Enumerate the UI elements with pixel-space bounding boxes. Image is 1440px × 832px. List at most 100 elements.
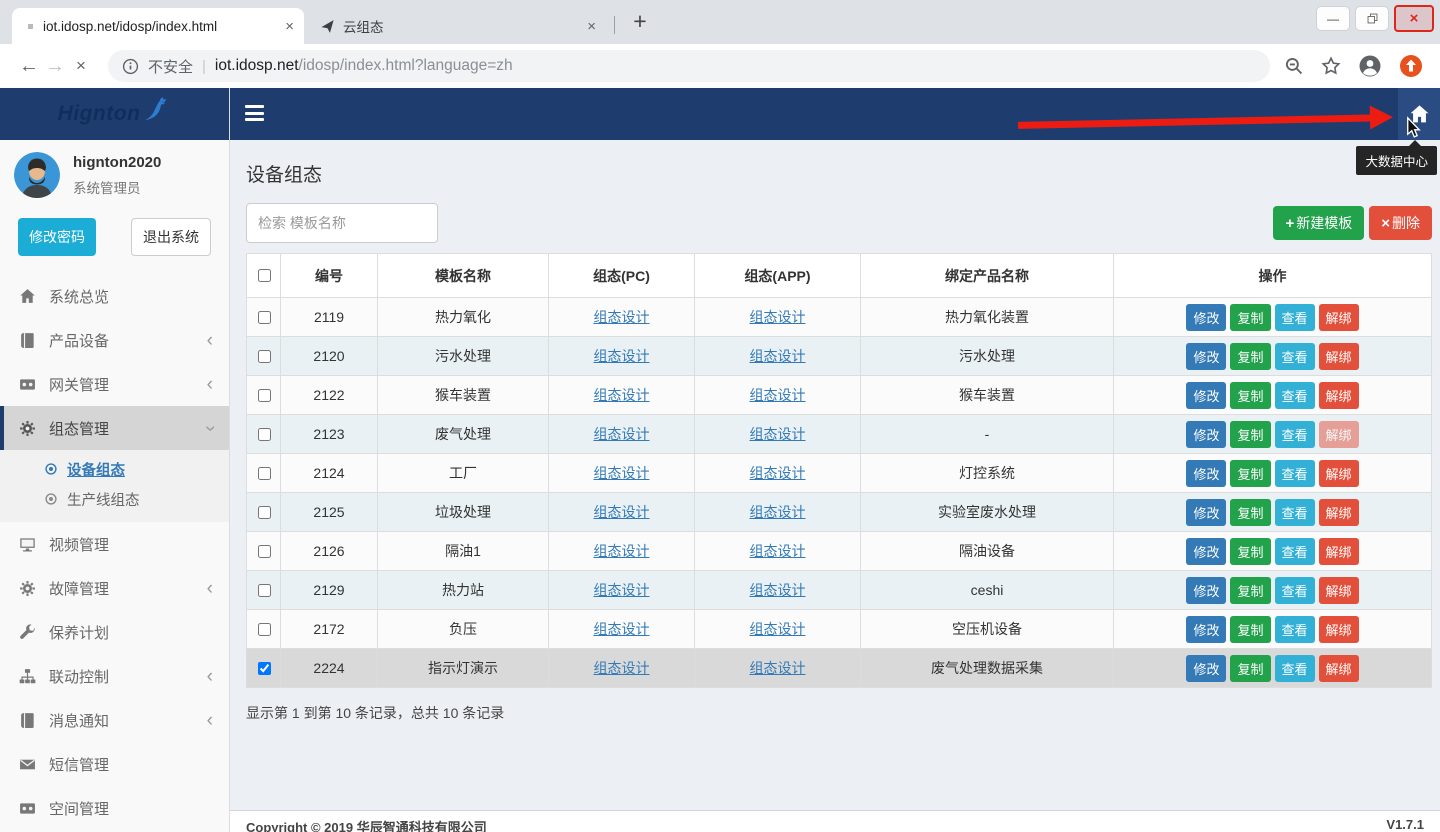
app-config-link[interactable]: 组态设计 — [750, 660, 806, 676]
row-checkbox[interactable] — [258, 467, 271, 480]
browser-tab-cloud-config[interactable]: 云组态 × — [306, 8, 606, 44]
row-checkbox[interactable] — [258, 506, 271, 519]
pc-config-link[interactable]: 组态设计 — [594, 426, 650, 442]
new-template-button[interactable]: +新建模板 — [1273, 206, 1364, 240]
view-button[interactable]: 查看 — [1275, 499, 1315, 526]
view-button[interactable]: 查看 — [1275, 616, 1315, 643]
app-config-link[interactable]: 组态设计 — [750, 621, 806, 637]
edit-button[interactable]: 修改 — [1186, 304, 1226, 331]
edit-button[interactable]: 修改 — [1186, 343, 1226, 370]
view-button[interactable]: 查看 — [1275, 577, 1315, 604]
row-checkbox[interactable] — [258, 584, 271, 597]
view-button[interactable]: 查看 — [1275, 382, 1315, 409]
tab-close-icon[interactable]: × — [285, 18, 294, 35]
pc-config-link[interactable]: 组态设计 — [594, 543, 650, 559]
delete-button[interactable]: ×删除 — [1369, 206, 1432, 240]
view-button[interactable]: 查看 — [1275, 343, 1315, 370]
sidebar-item-网关管理[interactable]: 网关管理‹ — [0, 362, 229, 406]
profile-avatar-icon[interactable] — [1358, 54, 1382, 78]
sidebar-item-联动控制[interactable]: 联动控制‹ — [0, 654, 229, 698]
edit-button[interactable]: 修改 — [1186, 577, 1226, 604]
view-button[interactable]: 查看 — [1275, 304, 1315, 331]
edit-button[interactable]: 修改 — [1186, 382, 1226, 409]
row-checkbox[interactable] — [258, 545, 271, 558]
edit-button[interactable]: 修改 — [1186, 460, 1226, 487]
sidebar-item-产品设备[interactable]: 产品设备‹ — [0, 318, 229, 362]
row-checkbox[interactable] — [258, 389, 271, 402]
pc-config-link[interactable]: 组态设计 — [594, 504, 650, 520]
pc-config-link[interactable]: 组态设计 — [594, 387, 650, 403]
edit-button[interactable]: 修改 — [1186, 499, 1226, 526]
sidebar-subitem-生产线组态[interactable]: 生产线组态 — [0, 484, 229, 514]
tab-close-icon[interactable]: × — [587, 18, 596, 35]
view-button[interactable]: 查看 — [1275, 421, 1315, 448]
edit-button[interactable]: 修改 — [1186, 616, 1226, 643]
address-bar[interactable]: 不安全 | iot.idosp.net/idosp/index.html?lan… — [108, 50, 1270, 82]
sidebar-item-系统总览[interactable]: 系统总览 — [0, 274, 229, 318]
unbind-button[interactable]: 解绑 — [1319, 343, 1359, 370]
app-config-link[interactable]: 组态设计 — [750, 426, 806, 442]
copy-button[interactable]: 复制 — [1230, 421, 1270, 448]
edit-button[interactable]: 修改 — [1186, 538, 1226, 565]
copy-button[interactable]: 复制 — [1230, 655, 1270, 682]
info-icon[interactable] — [122, 58, 139, 75]
unbind-button[interactable]: 解绑 — [1319, 304, 1359, 331]
app-config-link[interactable]: 组态设计 — [750, 504, 806, 520]
copy-button[interactable]: 复制 — [1230, 304, 1270, 331]
app-config-link[interactable]: 组态设计 — [750, 543, 806, 559]
edit-button[interactable]: 修改 — [1186, 421, 1226, 448]
unbind-button[interactable]: 解绑 — [1319, 538, 1359, 565]
app-config-link[interactable]: 组态设计 — [750, 465, 806, 481]
minimize-button[interactable]: — — [1316, 6, 1350, 31]
unbind-button[interactable]: 解绑 — [1319, 655, 1359, 682]
app-config-link[interactable]: 组态设计 — [750, 387, 806, 403]
sidebar-item-保养计划[interactable]: 保养计划 — [0, 610, 229, 654]
sidebar-item-组态管理[interactable]: 组态管理‹ — [0, 406, 229, 450]
unbind-button[interactable]: 解绑 — [1319, 616, 1359, 643]
sidebar-item-短信管理[interactable]: 短信管理 — [0, 742, 229, 786]
zoom-out-icon[interactable] — [1284, 56, 1304, 76]
row-checkbox[interactable] — [258, 311, 271, 324]
copy-button[interactable]: 复制 — [1230, 499, 1270, 526]
row-checkbox[interactable] — [258, 428, 271, 441]
new-tab-button[interactable]: + — [626, 8, 654, 36]
pc-config-link[interactable]: 组态设计 — [594, 348, 650, 364]
view-button[interactable]: 查看 — [1275, 460, 1315, 487]
edit-button[interactable]: 修改 — [1186, 655, 1226, 682]
select-all-checkbox[interactable] — [258, 269, 271, 282]
search-input[interactable] — [246, 203, 438, 243]
sidebar-item-视频管理[interactable]: 视频管理 — [0, 522, 229, 566]
sidebar-item-故障管理[interactable]: 故障管理‹ — [0, 566, 229, 610]
bookmark-star-icon[interactable] — [1321, 56, 1341, 76]
sidebar-item-空间管理[interactable]: 空间管理 — [0, 786, 229, 830]
pc-config-link[interactable]: 组态设计 — [594, 660, 650, 676]
unbind-button[interactable]: 解绑 — [1319, 577, 1359, 604]
change-password-button[interactable]: 修改密码 — [18, 218, 96, 256]
row-checkbox[interactable] — [258, 623, 271, 636]
stop-button[interactable]: × — [68, 56, 94, 76]
sidebar-item-消息通知[interactable]: 消息通知‹ — [0, 698, 229, 742]
pc-config-link[interactable]: 组态设计 — [594, 582, 650, 598]
row-checkbox[interactable] — [258, 662, 271, 675]
hamburger-menu-icon[interactable] — [245, 105, 264, 125]
browser-update-icon[interactable] — [1399, 54, 1423, 78]
sidebar-subitem-设备组态[interactable]: 设备组态 — [0, 454, 229, 484]
row-checkbox[interactable] — [258, 350, 271, 363]
app-config-link[interactable]: 组态设计 — [750, 309, 806, 325]
unbind-button[interactable]: 解绑 — [1319, 382, 1359, 409]
restore-button[interactable] — [1355, 6, 1389, 31]
pc-config-link[interactable]: 组态设计 — [594, 465, 650, 481]
pc-config-link[interactable]: 组态设计 — [594, 621, 650, 637]
unbind-button[interactable]: 解绑 — [1319, 499, 1359, 526]
app-config-link[interactable]: 组态设计 — [750, 582, 806, 598]
copy-button[interactable]: 复制 — [1230, 460, 1270, 487]
forward-button[interactable]: → — [42, 55, 68, 78]
browser-tab-current[interactable]: iot.idosp.net/idosp/index.html × — [12, 8, 304, 44]
app-config-link[interactable]: 组态设计 — [750, 348, 806, 364]
view-button[interactable]: 查看 — [1275, 655, 1315, 682]
view-button[interactable]: 查看 — [1275, 538, 1315, 565]
copy-button[interactable]: 复制 — [1230, 577, 1270, 604]
copy-button[interactable]: 复制 — [1230, 382, 1270, 409]
copy-button[interactable]: 复制 — [1230, 616, 1270, 643]
back-button[interactable]: ← — [16, 55, 42, 78]
